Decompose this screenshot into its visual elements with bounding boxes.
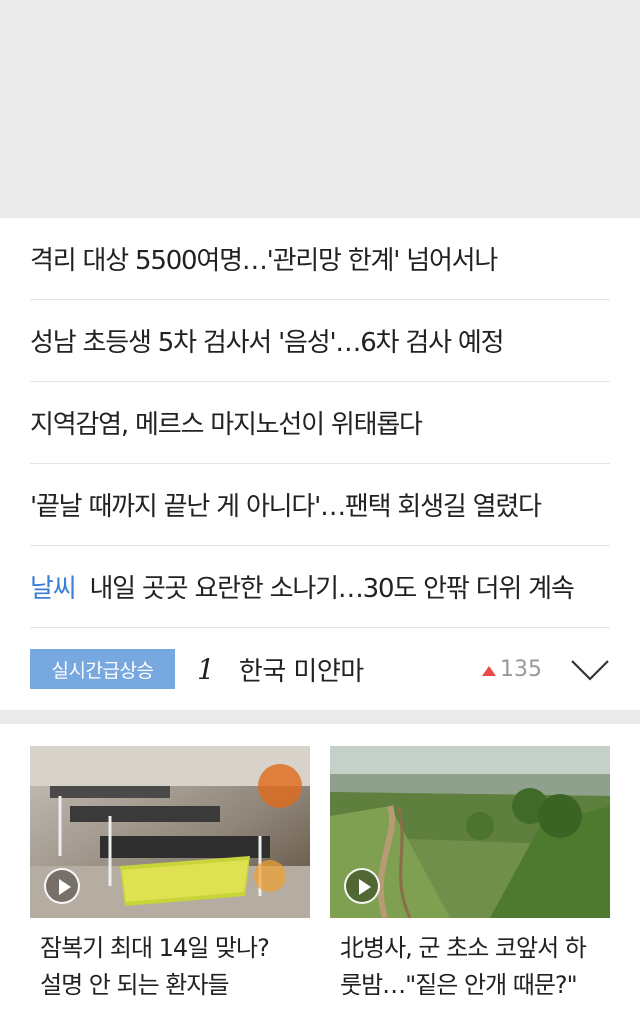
news-panel: 격리 대상 5500여명…'관리망 한계' 넘어서나 성남 초등생 5차 검사서… <box>0 218 640 710</box>
chevron-down-icon[interactable] <box>570 649 610 689</box>
video-card-title[interactable]: 잠복기 최대 14일 맞나? 설명 안 되는 환자들 <box>30 930 310 1004</box>
section-divider <box>0 710 640 724</box>
play-icon[interactable] <box>344 868 380 904</box>
realtime-trending-row[interactable]: 실시간급상승 1 한국 미얀마 135 <box>30 628 610 710</box>
headline-item-weather[interactable]: 날씨 내일 곳곳 요란한 소나기…30도 안팎 더위 계속 <box>30 546 610 628</box>
headline-item[interactable]: 지역감염, 메르스 마지노선이 위태롭다 <box>30 382 610 464</box>
headline-text: 성남 초등생 5차 검사서 '음성'…6차 검사 예정 <box>30 328 504 358</box>
title-line: 설명 안 되는 환자들 <box>40 971 230 999</box>
title-line: 北병사, 군 초소 코앞서 하 <box>340 934 587 962</box>
headline-text: '끝날 때까지 끝난 게 아니다'…팬택 회생길 열렸다 <box>30 492 542 522</box>
play-icon[interactable] <box>44 868 80 904</box>
headline-item[interactable]: '끝날 때까지 끝난 게 아니다'…팬택 회생길 열렸다 <box>30 464 610 546</box>
weather-category-label[interactable]: 날씨 <box>30 568 77 605</box>
video-card[interactable]: 北병사, 군 초소 코앞서 하 룻밤…"짙은 안개 때문?" <box>330 746 610 1032</box>
headline-text: 내일 곳곳 요란한 소나기…30도 안팎 더위 계속 <box>89 574 574 604</box>
trending-rank: 1 <box>197 652 215 686</box>
headline-text: 지역감염, 메르스 마지노선이 위태롭다 <box>30 410 423 440</box>
video-card-title[interactable]: 北병사, 군 초소 코앞서 하 룻밤…"짙은 안개 때문?" <box>330 930 610 1004</box>
headline-list: 격리 대상 5500여명…'관리망 한계' 넘어서나 성남 초등생 5차 검사서… <box>0 218 640 710</box>
video-thumbnail-dmz[interactable] <box>330 746 610 918</box>
ad-placeholder <box>0 0 640 218</box>
title-line: 룻밤…"짙은 안개 때문?" <box>340 971 578 999</box>
rise-arrow-icon <box>482 665 496 676</box>
trending-count: 135 <box>500 656 542 682</box>
video-card-grid: 잠복기 최대 14일 맞나? 설명 안 되는 환자들 北병사, 군 초소 코앞서… <box>0 724 640 1032</box>
trending-meta: 135 <box>482 628 610 710</box>
headline-item[interactable]: 격리 대상 5500여명…'관리망 한계' 넘어서나 <box>30 218 610 300</box>
trending-keyword[interactable]: 한국 미얀마 <box>239 651 364 688</box>
video-card[interactable]: 잠복기 최대 14일 맞나? 설명 안 되는 환자들 <box>30 746 310 1032</box>
video-thumbnail-hospital[interactable] <box>30 746 310 918</box>
realtime-badge: 실시간급상승 <box>30 649 175 689</box>
title-line: 잠복기 최대 14일 맞나? <box>40 934 270 962</box>
headline-text: 격리 대상 5500여명…'관리망 한계' 넘어서나 <box>30 246 498 276</box>
headline-item[interactable]: 성남 초등생 5차 검사서 '음성'…6차 검사 예정 <box>30 300 610 382</box>
